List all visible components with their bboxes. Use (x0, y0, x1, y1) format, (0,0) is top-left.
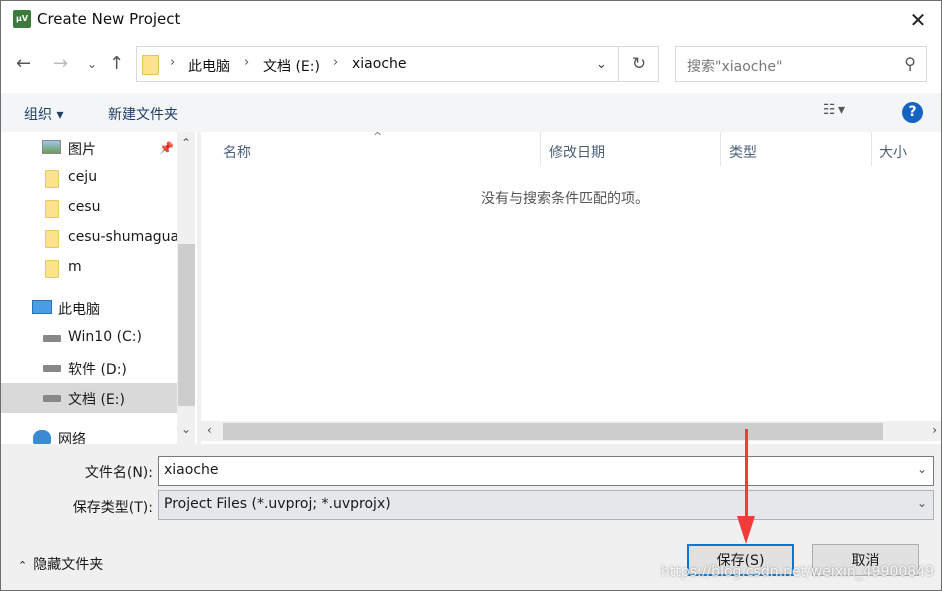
sidebar-item-network[interactable]: 网络 (1, 423, 177, 444)
sidebar-item-drive-e[interactable]: 文档 (E:) (1, 383, 177, 413)
recent-locations-button[interactable]: ⌄ (87, 57, 97, 71)
sidebar-item-label: 软件 (D:) (68, 362, 127, 378)
sidebar-item-ceju[interactable]: ceju (1, 163, 177, 193)
save-type-value: Project Files (*.uvproj; *.uvprojx) (164, 496, 391, 512)
chevron-right-icon: › (333, 55, 339, 70)
navigation-bar: ← → ⌄ ↑ › 此电脑 › 文档 (E:) › xiaoche ⌄ ↻ 搜索… (1, 39, 941, 93)
hide-folders-toggle[interactable]: ⌃ 隐藏文件夹 (18, 554, 103, 574)
chevron-right-icon: › (170, 55, 176, 70)
column-header-date[interactable]: 修改日期 (549, 142, 605, 162)
breadcrumb-this-pc[interactable]: 此电脑 (188, 56, 230, 76)
scroll-up-icon[interactable]: ⌃ (181, 136, 191, 150)
address-bar[interactable]: › 此电脑 › 文档 (E:) › xiaoche ⌄ ↻ (136, 46, 659, 82)
window-title: Create New Project (37, 10, 181, 28)
folder-icon (45, 260, 59, 278)
watermark: https://blog.csdn.net/weixin_49900849 (661, 564, 935, 580)
sidebar-item-label: 此电脑 (58, 302, 100, 318)
filename-label: 文件名(N): (84, 465, 153, 481)
organize-menu[interactable]: 组织 ▾ (24, 104, 63, 124)
file-list: ^ 名称 修改日期 类型 大小 没有与搜索条件匹配的项。 ‹ › (201, 130, 941, 444)
folder-icon (45, 170, 59, 188)
sidebar-item-drive-c[interactable]: Win10 (C:) (1, 323, 177, 353)
computer-icon (32, 300, 52, 314)
chevron-up-icon: ⌃ (18, 559, 28, 572)
scroll-left-icon[interactable]: ‹ (207, 423, 212, 437)
sidebar-item-label: Win10 (C:) (68, 329, 142, 345)
search-input[interactable]: 搜索"xiaoche" (687, 56, 782, 76)
column-header-type[interactable]: 类型 (729, 142, 757, 162)
up-button[interactable]: ↑ (109, 53, 124, 74)
pin-icon[interactable]: 📌 (159, 141, 174, 155)
chevron-down-icon[interactable]: ⌄ (917, 496, 927, 510)
refresh-button[interactable]: ↻ (619, 47, 659, 81)
scrollbar-thumb[interactable] (178, 244, 195, 406)
title-bar: μV Create New Project ✕ (1, 1, 941, 39)
chevron-right-icon: › (244, 55, 250, 70)
pictures-icon (42, 140, 61, 154)
sidebar-item-pictures[interactable]: 图片 📌 (1, 133, 177, 163)
back-button[interactable]: ← (16, 53, 31, 74)
column-header-size[interactable]: 大小 (879, 142, 907, 162)
command-toolbar: 组织 ▾ 新建文件夹 ☷ ▾ ? (1, 93, 941, 132)
new-folder-button[interactable]: 新建文件夹 (108, 104, 178, 124)
scroll-down-icon[interactable]: ⌄ (181, 422, 191, 436)
sidebar-item-label: cesu (68, 199, 101, 215)
save-type-label: 保存类型(T): (72, 500, 153, 516)
filename-input[interactable]: xiaoche (164, 462, 219, 478)
chevron-down-icon[interactable]: ⌄ (917, 462, 927, 476)
drive-icon (43, 365, 61, 372)
sidebar-item-label: ceju (68, 169, 98, 185)
column-divider[interactable] (720, 132, 721, 166)
help-icon[interactable]: ? (902, 102, 923, 123)
sidebar-item-cesu-shumaguan[interactable]: cesu-shumaguan (1, 223, 177, 253)
sidebar-item-label: 文档 (E:) (68, 392, 125, 408)
sidebar-item-label: cesu-shumaguan (68, 229, 177, 245)
hide-folders-label: 隐藏文件夹 (33, 557, 104, 573)
sidebar-item-this-pc[interactable]: 此电脑 (1, 293, 177, 323)
sidebar-item-cesu[interactable]: cesu (1, 193, 177, 223)
scroll-right-icon[interactable]: › (932, 423, 937, 437)
sidebar-item-label: m (68, 259, 82, 275)
annotation-arrow-head (737, 516, 755, 544)
sidebar-item-label: 网络 (58, 432, 86, 444)
annotation-arrow (745, 429, 748, 524)
address-dropdown-button[interactable]: ⌄ (585, 47, 619, 81)
sidebar-item-m[interactable]: m (1, 253, 177, 283)
navigation-pane: 图片 📌 ceju cesu cesu-shumaguan m 此电脑 Win1… (1, 132, 197, 444)
drive-icon (43, 395, 61, 402)
view-options-icon[interactable]: ☷ ▾ (823, 102, 845, 118)
forward-button[interactable]: → (53, 53, 68, 74)
sidebar-item-drive-d[interactable]: 软件 (D:) (1, 353, 177, 383)
network-icon (33, 430, 51, 444)
folder-icon (45, 200, 59, 218)
search-icon[interactable]: ⚲ (904, 54, 916, 73)
uvision-icon: μV (13, 10, 31, 28)
filename-field[interactable]: xiaoche ⌄ (158, 456, 934, 486)
drive-icon (43, 335, 61, 342)
folder-icon (45, 230, 59, 248)
breadcrumb-drive-e[interactable]: 文档 (E:) (263, 56, 320, 76)
sidebar-scrollbar[interactable]: ⌃ ⌄ (177, 132, 195, 444)
empty-message: 没有与搜索条件匹配的项。 (481, 191, 649, 207)
scrollbar-thumb[interactable] (223, 423, 883, 440)
save-type-select[interactable]: Project Files (*.uvproj; *.uvprojx) ⌄ (158, 490, 934, 520)
folder-icon (142, 55, 159, 75)
search-box[interactable]: 搜索"xiaoche" ⚲ (675, 46, 927, 82)
sort-ascending-icon: ^ (373, 130, 383, 143)
create-project-dialog: μV Create New Project ✕ ← → ⌄ ↑ › 此电脑 › … (0, 0, 942, 591)
breadcrumb-xiaoche[interactable]: xiaoche (352, 56, 407, 72)
horizontal-scrollbar[interactable]: ‹ › (201, 421, 941, 441)
column-divider[interactable] (871, 132, 872, 166)
close-button[interactable]: ✕ (895, 1, 941, 39)
sidebar-item-label: 图片 (68, 142, 96, 158)
column-header-name[interactable]: 名称 (223, 142, 251, 162)
column-divider[interactable] (540, 132, 541, 166)
